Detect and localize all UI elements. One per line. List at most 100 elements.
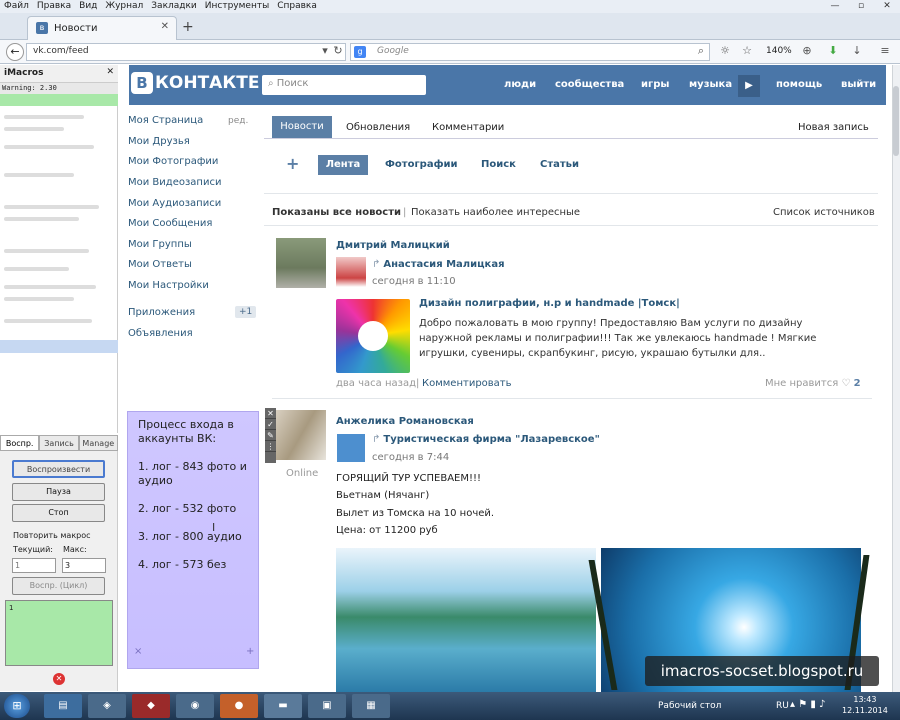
post-time[interactable]: сегодня в 7:44: [372, 452, 449, 463]
sticky-note[interactable]: Процесс входа в аккаунты ВК: 1. лог - 84…: [127, 411, 259, 669]
app-icon[interactable]: ◆: [132, 694, 170, 718]
nav-people[interactable]: люди: [504, 79, 536, 90]
download-helper-icon[interactable]: ⬇: [826, 44, 840, 58]
explorer-icon[interactable]: ▤: [44, 694, 82, 718]
language-indicator[interactable]: RU: [776, 701, 789, 711]
tab-news[interactable]: Новости: [272, 116, 332, 138]
macro-item[interactable]: [4, 297, 74, 301]
note-wrench-icon[interactable]: ✎: [265, 430, 276, 441]
subnav-photos[interactable]: Фотографии: [385, 159, 458, 170]
clock[interactable]: 13:43 12.11.2014: [842, 694, 888, 716]
macro-item[interactable]: [4, 285, 96, 289]
menu-messages[interactable]: Мои Сообщения: [128, 218, 212, 229]
maximize-button[interactable]: ▫: [848, 0, 874, 13]
start-button-icon[interactable]: ⊞: [4, 694, 30, 718]
menu-apps[interactable]: Приложения: [128, 307, 195, 318]
like-button[interactable]: Мне нравится ♡ 2: [765, 378, 861, 389]
close-panel-icon[interactable]: ✕: [53, 673, 65, 685]
show-interesting-link[interactable]: Показать наиболее интересные: [411, 207, 580, 218]
nav-music[interactable]: музыка: [689, 79, 732, 90]
tray-icons[interactable]: ▴ ⚑ ▮ ♪: [790, 699, 825, 710]
stop-button[interactable]: Стоп: [12, 504, 105, 522]
close-window-button[interactable]: ✕: [874, 0, 900, 13]
menu-audio[interactable]: Мои Аудиозаписи: [128, 198, 221, 209]
addon-icon[interactable]: ☼: [718, 44, 732, 58]
current-input[interactable]: 1: [12, 558, 56, 573]
macro-item[interactable]: [4, 127, 64, 131]
app-icon[interactable]: ◈: [88, 694, 126, 718]
play-loop-button[interactable]: Воспр. (Цикл): [12, 577, 105, 595]
nav-logout[interactable]: выйти: [841, 79, 876, 90]
desktop-toolbar[interactable]: Рабочий стол: [658, 701, 721, 711]
bookmark-icon[interactable]: ☆: [740, 44, 754, 58]
url-bar[interactable]: vk.com/feed: [26, 43, 346, 61]
avatar[interactable]: [336, 257, 366, 287]
browser-tab[interactable]: в Новости ✕: [27, 16, 177, 40]
note-close-icon[interactable]: ✕: [265, 408, 276, 419]
macro-item[interactable]: [4, 115, 84, 119]
note-check-icon[interactable]: ✓: [265, 419, 276, 430]
tab-comments[interactable]: Комментарии: [432, 122, 504, 133]
note-grid-icon[interactable]: ⋮: [265, 441, 276, 452]
search-magnifier-icon[interactable]: ⌕: [694, 44, 708, 58]
play-button[interactable]: Воспроизвести: [12, 460, 105, 478]
vk-search-input[interactable]: ⌕ Поиск: [262, 75, 426, 95]
shared-from[interactable]: ↱ Туристическая фирма "Лазаревское": [372, 434, 600, 445]
close-sidebar-icon[interactable]: ✕: [106, 67, 114, 77]
tab-updates[interactable]: Обновления: [346, 122, 410, 133]
minimize-button[interactable]: —: [822, 0, 848, 13]
app-icon[interactable]: ▣: [308, 694, 346, 718]
add-list-icon[interactable]: +: [286, 154, 299, 173]
menu-friends[interactable]: Мои Друзья: [128, 136, 190, 147]
menu-tools[interactable]: Инструменты: [201, 0, 273, 12]
group-title[interactable]: Дизайн полиграфии, н.р и handmade |Томск…: [419, 298, 680, 309]
menu-photos[interactable]: Мои Фотографии: [128, 156, 218, 167]
macro-item[interactable]: [4, 249, 89, 253]
menu-view[interactable]: Вид: [75, 0, 101, 12]
note-close-icon[interactable]: ×: [134, 646, 142, 657]
back-arrow-icon[interactable]: ←: [6, 43, 24, 61]
macro-item[interactable]: [4, 173, 74, 177]
search-engine-box[interactable]: g Google: [350, 43, 710, 61]
downloads-icon[interactable]: ↓: [850, 44, 864, 58]
post-author[interactable]: Анжелика Романовская: [336, 416, 474, 427]
menu-file[interactable]: Файл: [0, 0, 33, 12]
new-post-link[interactable]: Новая запись: [798, 122, 869, 133]
shared-from[interactable]: ↱ Анастасия Малицкая: [372, 259, 505, 270]
tab-play[interactable]: Воспр.: [0, 435, 40, 450]
post-author[interactable]: Дмитрий Малицкий: [336, 240, 450, 251]
zoom-level[interactable]: 140%: [766, 46, 792, 56]
menu-videos[interactable]: Мои Видеозаписи: [128, 177, 221, 188]
group-image[interactable]: [336, 299, 410, 373]
chrome-icon[interactable]: ◉: [176, 694, 214, 718]
macro-item[interactable]: [4, 205, 99, 209]
macro-item[interactable]: [4, 267, 69, 271]
scrollbar-thumb[interactable]: [893, 86, 899, 156]
subnav-feed[interactable]: Лента: [318, 155, 368, 175]
nav-games[interactable]: игры: [641, 79, 669, 90]
nav-communities[interactable]: сообщества: [555, 79, 624, 90]
vk-logo[interactable]: В КОНТАКТЕ: [131, 72, 259, 96]
menu-my-page[interactable]: Моя Страница: [128, 115, 203, 126]
tab-manage[interactable]: Manage: [78, 435, 118, 450]
menu-groups[interactable]: Мои Группы: [128, 239, 192, 250]
post-time[interactable]: сегодня в 11:10: [372, 276, 456, 287]
reload-icon[interactable]: ↻: [331, 44, 345, 58]
folder-icon[interactable]: ▬: [264, 694, 302, 718]
app-icon[interactable]: ▦: [352, 694, 390, 718]
macro-item[interactable]: [4, 217, 79, 221]
max-input[interactable]: 3: [62, 558, 106, 573]
subnav-articles[interactable]: Статьи: [540, 159, 579, 170]
edit-link[interactable]: ред.: [228, 116, 248, 126]
post-age[interactable]: два часа назад: [336, 378, 416, 389]
dropdown-arrow-icon[interactable]: ▾: [318, 44, 332, 58]
page-scrollbar[interactable]: [892, 65, 900, 692]
menu-bookmarks[interactable]: Закладки: [147, 0, 201, 12]
macro-selected[interactable]: [0, 340, 118, 353]
menu-settings[interactable]: Мои Настройки: [128, 280, 209, 291]
tab-record[interactable]: Запись: [39, 435, 79, 450]
macro-item[interactable]: [4, 319, 92, 323]
sources-link[interactable]: Список источников: [773, 207, 875, 218]
note-add-icon[interactable]: +: [246, 646, 254, 657]
menu-history[interactable]: Журнал: [101, 0, 147, 12]
